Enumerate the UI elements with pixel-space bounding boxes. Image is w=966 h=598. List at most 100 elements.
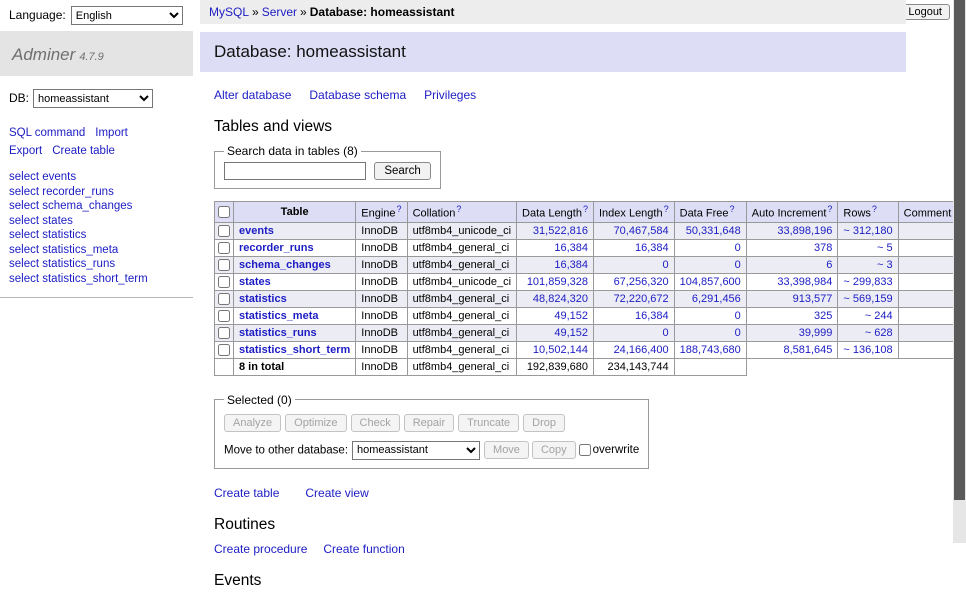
cell-auto-increment-link[interactable]: 6 xyxy=(752,259,833,271)
row-checkbox[interactable] xyxy=(218,225,230,237)
table-link-statistics-meta[interactable]: statistics_meta xyxy=(239,310,319,322)
cell-data-length-link[interactable]: 101,859,328 xyxy=(522,276,588,288)
search-button[interactable]: Search xyxy=(374,162,430,180)
cell-auto-increment-link[interactable]: 325 xyxy=(752,310,833,322)
cell-data-free-link[interactable]: 0 xyxy=(680,310,741,322)
sidebar-link-create-table[interactable]: Create table xyxy=(52,145,115,157)
cell-data-free-link[interactable]: 6,291,456 xyxy=(680,293,741,305)
cell-data-length-link[interactable]: 48,824,320 xyxy=(522,293,588,305)
language-select[interactable]: English xyxy=(71,6,183,25)
help-link[interactable]: ? xyxy=(456,204,461,214)
cell-auto-increment-link[interactable]: 8,581,645 xyxy=(752,344,833,356)
repair-button[interactable]: Repair xyxy=(404,414,454,432)
help-link[interactable]: ? xyxy=(397,204,402,214)
optimize-button[interactable]: Optimize xyxy=(285,414,346,432)
cell-index-length-link[interactable]: 0 xyxy=(599,327,669,339)
cell-index-length-link[interactable]: 0 xyxy=(599,259,669,271)
breadcrumb-server[interactable]: Server xyxy=(262,5,297,19)
table-link-schema-changes[interactable]: schema_changes xyxy=(239,259,331,271)
sidebar-select-schema-changes[interactable]: select schema_changes xyxy=(9,200,184,214)
db-select[interactable]: homeassistant xyxy=(33,89,153,108)
help-link[interactable]: ? xyxy=(583,204,588,214)
nav-link-alter-database[interactable]: Alter database xyxy=(214,88,291,102)
nav-link-privileges[interactable]: Privileges xyxy=(424,88,476,102)
cell-data-length-link[interactable]: 10,502,144 xyxy=(522,344,588,356)
breadcrumb-mysql[interactable]: MySQL xyxy=(209,5,249,19)
table-link-statistics[interactable]: statistics xyxy=(239,293,287,305)
table-link-events[interactable]: events xyxy=(239,225,274,237)
sidebar-link-export[interactable]: Export xyxy=(9,145,42,157)
cell-rows-link[interactable]: ~ 299,833 xyxy=(843,276,892,288)
row-checkbox[interactable] xyxy=(218,276,230,288)
link-create-procedure[interactable]: Create procedure xyxy=(214,542,307,556)
table-link-statistics-runs[interactable]: statistics_runs xyxy=(239,327,317,339)
copy-button[interactable]: Copy xyxy=(532,441,576,459)
link-create-function[interactable]: Create function xyxy=(323,542,404,556)
row-checkbox[interactable] xyxy=(218,327,230,339)
logout-button[interactable]: Logout xyxy=(900,4,950,20)
move-button[interactable]: Move xyxy=(484,441,529,459)
cell-index-length-link[interactable]: 70,467,584 xyxy=(599,225,669,237)
cell-rows-link[interactable]: ~ 312,180 xyxy=(843,225,892,237)
scrollbar-thumb[interactable] xyxy=(954,0,965,500)
cell-data-length-link[interactable]: 31,522,816 xyxy=(522,225,588,237)
cell-auto-increment-link[interactable]: 33,398,984 xyxy=(752,276,833,288)
sidebar-select-statistics[interactable]: select statistics xyxy=(9,229,184,243)
cell-data-length-link[interactable]: 16,384 xyxy=(522,242,588,254)
row-checkbox[interactable] xyxy=(218,242,230,254)
move-db-select[interactable]: homeassistant xyxy=(352,441,480,460)
cell-auto-increment-link[interactable]: 378 xyxy=(752,242,833,254)
row-checkbox[interactable] xyxy=(218,344,230,356)
analyze-button[interactable]: Analyze xyxy=(224,414,281,432)
help-link[interactable]: ? xyxy=(872,204,877,214)
sidebar-select-statistics-meta[interactable]: select statistics_meta xyxy=(9,244,184,258)
cell-rows-link[interactable]: ~ 628 xyxy=(843,327,892,339)
table-link-statistics-short-term[interactable]: statistics_short_term xyxy=(239,344,350,356)
cell-rows-link[interactable]: ~ 5 xyxy=(843,242,892,254)
cell-data-length-link[interactable]: 49,152 xyxy=(522,327,588,339)
help-link[interactable]: ? xyxy=(730,204,735,214)
sidebar-select-recorder-runs[interactable]: select recorder_runs xyxy=(9,186,184,200)
cell-data-free-link[interactable]: 0 xyxy=(680,327,741,339)
table-link-states[interactable]: states xyxy=(239,276,271,288)
cell-data-free-link[interactable]: 0 xyxy=(680,242,741,254)
link-create-view[interactable]: Create view xyxy=(305,486,368,500)
link-create-table[interactable]: Create table xyxy=(214,486,279,500)
cell-rows-link[interactable]: ~ 569,159 xyxy=(843,293,892,305)
table-link-recorder-runs[interactable]: recorder_runs xyxy=(239,242,314,254)
check-button[interactable]: Check xyxy=(351,414,400,432)
cell-index-length-link[interactable]: 72,220,672 xyxy=(599,293,669,305)
row-checkbox[interactable] xyxy=(218,293,230,305)
cell-data-free-link[interactable]: 104,857,600 xyxy=(680,276,741,288)
sidebar-select-events[interactable]: select events xyxy=(9,171,184,185)
row-checkbox[interactable] xyxy=(218,259,230,271)
sidebar-select-statistics-short-term[interactable]: select statistics_short_term xyxy=(9,273,184,287)
row-checkbox[interactable] xyxy=(218,310,230,322)
sidebar-link-sql-command[interactable]: SQL command xyxy=(9,127,85,139)
search-input[interactable] xyxy=(224,162,366,180)
cell-data-free-link[interactable]: 50,331,648 xyxy=(680,225,741,237)
cell-auto-increment-link[interactable]: 913,577 xyxy=(752,293,833,305)
nav-link-database-schema[interactable]: Database schema xyxy=(309,88,406,102)
cell-data-length-link[interactable]: 16,384 xyxy=(522,259,588,271)
cell-data-free-link[interactable]: 188,743,680 xyxy=(680,344,741,356)
overwrite-checkbox[interactable] xyxy=(579,444,591,456)
vertical-scrollbar[interactable] xyxy=(953,0,966,543)
sidebar-link-import[interactable]: Import xyxy=(95,127,128,139)
help-link[interactable]: ? xyxy=(827,204,832,214)
cell-data-length-link[interactable]: 49,152 xyxy=(522,310,588,322)
cell-index-length-link[interactable]: 67,256,320 xyxy=(599,276,669,288)
cell-auto-increment-link[interactable]: 33,898,196 xyxy=(752,225,833,237)
truncate-button[interactable]: Truncate xyxy=(458,414,519,432)
select-all-checkbox[interactable] xyxy=(218,206,230,218)
cell-index-length-link[interactable]: 24,166,400 xyxy=(599,344,669,356)
help-link[interactable]: ? xyxy=(664,204,669,214)
cell-rows-link[interactable]: ~ 244 xyxy=(843,310,892,322)
drop-button[interactable]: Drop xyxy=(523,414,565,432)
sidebar-select-states[interactable]: select states xyxy=(9,215,184,229)
sidebar-select-statistics-runs[interactable]: select statistics_runs xyxy=(9,258,184,272)
cell-rows-link[interactable]: ~ 136,108 xyxy=(843,344,892,356)
cell-auto-increment-link[interactable]: 39,999 xyxy=(752,327,833,339)
cell-data-free-link[interactable]: 0 xyxy=(680,259,741,271)
cell-index-length-link[interactable]: 16,384 xyxy=(599,242,669,254)
